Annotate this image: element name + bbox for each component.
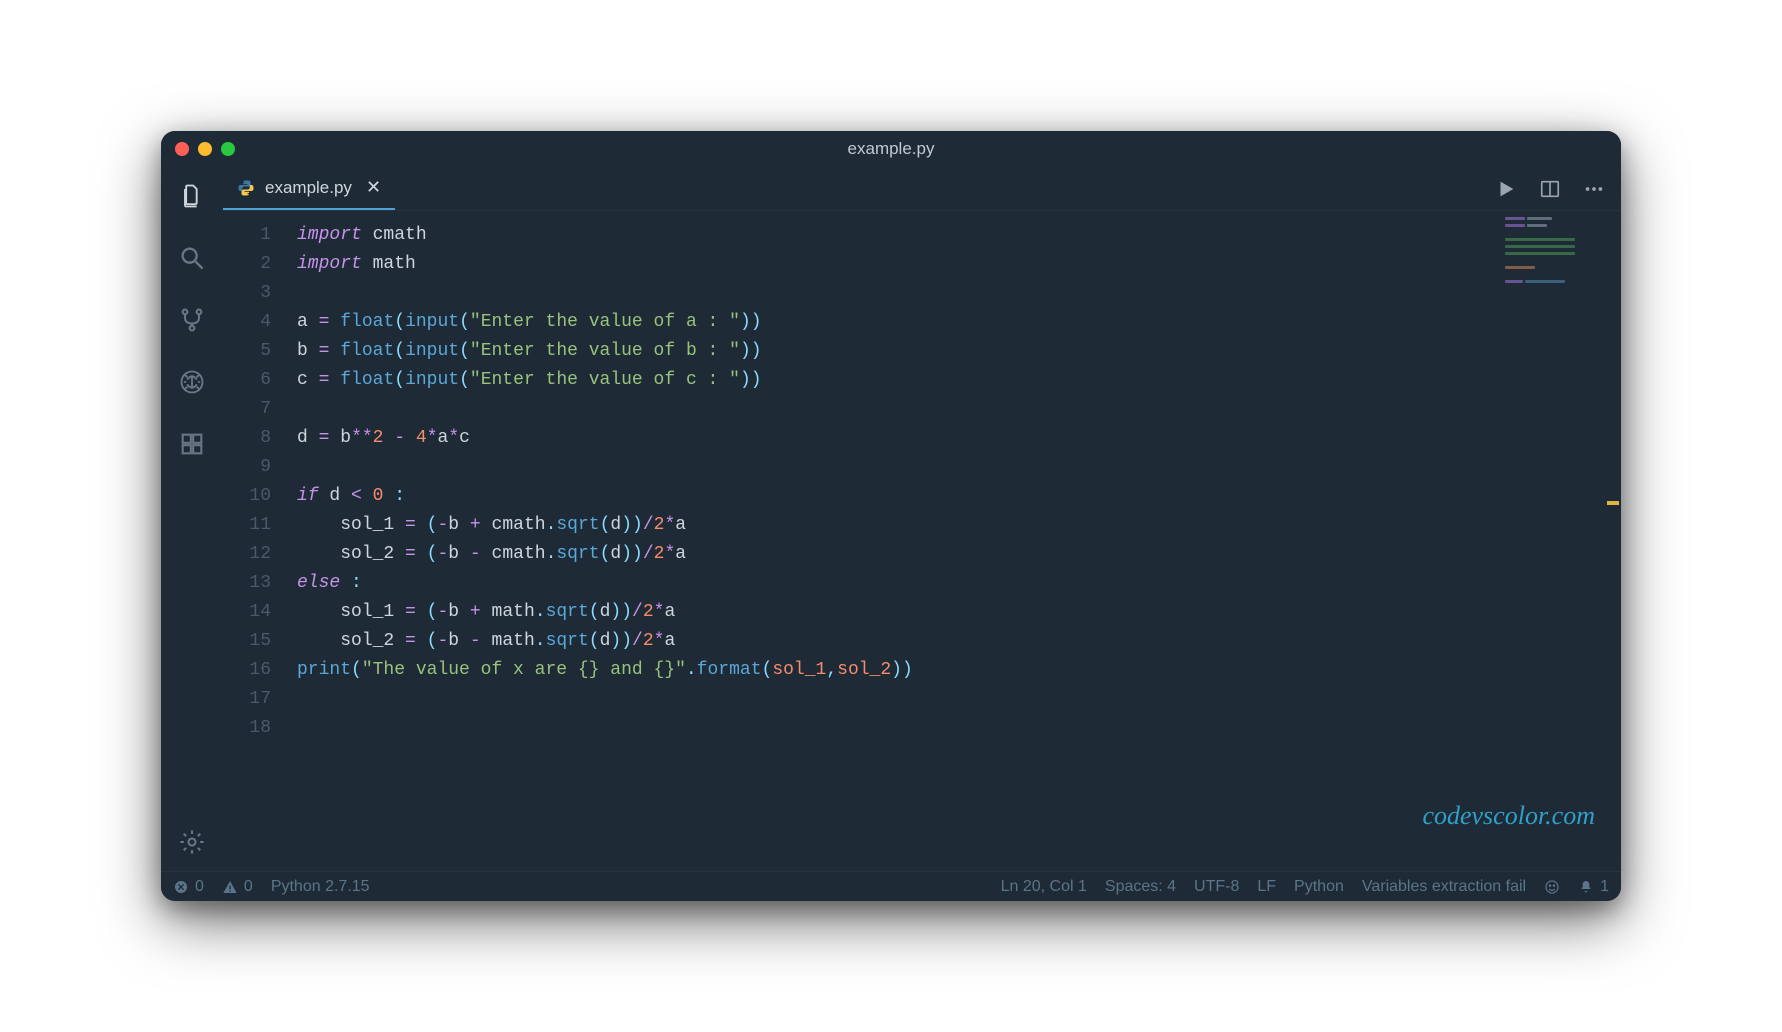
line-number: 18 xyxy=(223,714,271,743)
traffic-lights xyxy=(175,142,235,156)
editor-main-column: example.py ✕ 1234567891011121314151 xyxy=(223,167,1621,871)
line-number: 7 xyxy=(223,395,271,424)
line-number: 9 xyxy=(223,453,271,482)
code-content[interactable]: import cmathimport math a = float(input(… xyxy=(297,211,1621,871)
line-number: 14 xyxy=(223,598,271,627)
title-bar: example.py xyxy=(161,131,1621,167)
status-message[interactable]: Variables extraction fail xyxy=(1362,878,1526,896)
extensions-icon[interactable] xyxy=(177,429,207,459)
status-encoding[interactable]: UTF-8 xyxy=(1194,878,1239,896)
code-line[interactable]: sol_1 = (-b + cmath.sqrt(d))/2*a xyxy=(297,511,1621,540)
code-line[interactable]: c = float(input("Enter the value of c : … xyxy=(297,366,1621,395)
line-number: 3 xyxy=(223,279,271,308)
code-line[interactable]: sol_2 = (-b - cmath.sqrt(d))/2*a xyxy=(297,540,1621,569)
window-maximize-button[interactable] xyxy=(221,142,235,156)
line-number: 15 xyxy=(223,627,271,656)
code-line[interactable] xyxy=(297,685,1621,714)
tabs-row: example.py ✕ xyxy=(223,167,1621,211)
settings-gear-icon[interactable] xyxy=(177,827,207,857)
line-number-gutter: 123456789101112131415161718 xyxy=(223,211,297,871)
tab-close-icon[interactable]: ✕ xyxy=(366,177,381,198)
run-button[interactable] xyxy=(1495,178,1517,200)
status-notifications-count: 1 xyxy=(1600,878,1609,896)
explorer-icon[interactable] xyxy=(177,181,207,211)
activity-bar xyxy=(161,167,223,871)
python-file-icon xyxy=(237,179,255,197)
editor-header-actions xyxy=(1495,167,1621,210)
code-line[interactable] xyxy=(297,714,1621,743)
status-notifications[interactable]: 1 xyxy=(1578,878,1609,896)
watermark-text: codevscolor.com xyxy=(1422,801,1595,831)
line-number: 16 xyxy=(223,656,271,685)
status-indentation[interactable]: Spaces: 4 xyxy=(1105,878,1176,896)
status-warnings-count: 0 xyxy=(244,878,253,896)
line-number: 8 xyxy=(223,424,271,453)
status-errors[interactable]: 0 xyxy=(173,878,204,896)
editor-area[interactable]: 123456789101112131415161718 import cmath… xyxy=(223,211,1621,871)
line-number: 11 xyxy=(223,511,271,540)
line-number: 4 xyxy=(223,308,271,337)
tab-example-py[interactable]: example.py ✕ xyxy=(223,167,395,210)
search-icon[interactable] xyxy=(177,243,207,273)
line-number: 12 xyxy=(223,540,271,569)
window-title: example.py xyxy=(848,139,935,159)
line-number: 1 xyxy=(223,221,271,250)
status-feedback-icon[interactable] xyxy=(1544,879,1560,895)
overview-ruler-marker xyxy=(1607,501,1619,505)
more-actions-button[interactable] xyxy=(1583,178,1605,200)
debug-icon[interactable] xyxy=(177,367,207,397)
code-line[interactable] xyxy=(297,279,1621,308)
split-editor-button[interactable] xyxy=(1539,178,1561,200)
code-line[interactable]: import cmath xyxy=(297,221,1621,250)
status-cursor-position[interactable]: Ln 20, Col 1 xyxy=(1001,878,1087,896)
code-line[interactable]: d = b**2 - 4*a*c xyxy=(297,424,1621,453)
status-language-mode[interactable]: Python xyxy=(1294,878,1344,896)
line-number: 6 xyxy=(223,366,271,395)
line-number: 17 xyxy=(223,685,271,714)
line-number: 13 xyxy=(223,569,271,598)
status-warnings[interactable]: 0 xyxy=(222,878,253,896)
line-number: 2 xyxy=(223,250,271,279)
status-errors-count: 0 xyxy=(195,878,204,896)
code-line[interactable]: sol_1 = (-b + math.sqrt(d))/2*a xyxy=(297,598,1621,627)
code-line[interactable] xyxy=(297,395,1621,424)
code-line[interactable]: print("The value of x are {} and {}".for… xyxy=(297,656,1621,685)
line-number: 5 xyxy=(223,337,271,366)
editor-body: example.py ✕ 1234567891011121314151 xyxy=(161,167,1621,871)
source-control-icon[interactable] xyxy=(177,305,207,335)
code-line[interactable]: import math xyxy=(297,250,1621,279)
status-bar: 0 0 Python 2.7.15 Ln 20, Col 1 Spaces: 4… xyxy=(161,871,1621,901)
code-line[interactable]: sol_2 = (-b - math.sqrt(d))/2*a xyxy=(297,627,1621,656)
editor-window: example.py xyxy=(161,131,1621,901)
code-line[interactable] xyxy=(297,453,1621,482)
line-number: 10 xyxy=(223,482,271,511)
status-eol[interactable]: LF xyxy=(1257,878,1276,896)
status-interpreter[interactable]: Python 2.7.15 xyxy=(271,878,370,896)
code-line[interactable]: else : xyxy=(297,569,1621,598)
window-minimize-button[interactable] xyxy=(198,142,212,156)
window-close-button[interactable] xyxy=(175,142,189,156)
tab-filename: example.py xyxy=(265,178,352,198)
code-line[interactable]: if d < 0 : xyxy=(297,482,1621,511)
code-line[interactable]: b = float(input("Enter the value of b : … xyxy=(297,337,1621,366)
code-line[interactable]: a = float(input("Enter the value of a : … xyxy=(297,308,1621,337)
